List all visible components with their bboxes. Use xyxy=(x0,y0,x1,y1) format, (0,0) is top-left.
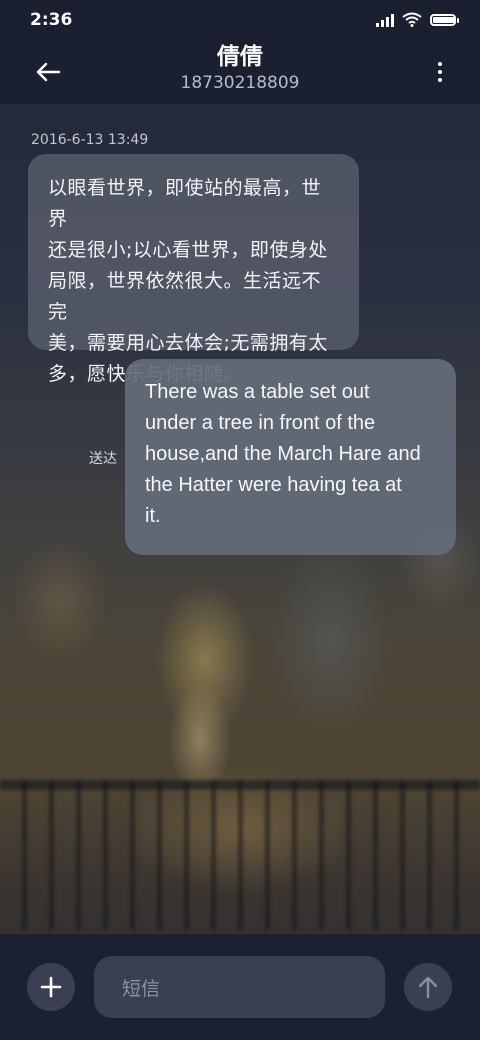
back-button[interactable] xyxy=(28,52,68,92)
signal-icon xyxy=(376,13,394,27)
more-options-button[interactable] xyxy=(430,54,450,90)
wifi-icon xyxy=(402,12,422,27)
wallpaper-railing xyxy=(0,780,480,930)
battery-icon xyxy=(430,13,459,26)
more-vertical-icon xyxy=(438,62,442,66)
message-line: it. xyxy=(145,505,161,527)
message-input[interactable]: 短信 xyxy=(94,956,385,1018)
message-line: 局限，世界依然很大。生活远不完 xyxy=(48,270,322,323)
arrow-up-icon xyxy=(418,976,438,999)
message-line: under a tree in front of the xyxy=(145,412,376,434)
composer-bar: 短信 xyxy=(0,934,480,1040)
contact-phone: 18730218809 xyxy=(180,73,300,93)
message-line: 还是很小;以心看世界，即使身处 xyxy=(48,239,328,261)
status-bar: 2:36 xyxy=(0,0,480,42)
send-button[interactable] xyxy=(404,963,452,1011)
status-time: 2:36 xyxy=(30,10,73,30)
incoming-message-bubble[interactable]: 以眼看世界，即使站的最高，世界 还是很小;以心看世界，即使身处 局限，世界依然很… xyxy=(28,154,359,385)
message-timestamp: 2016-6-13 13:49 xyxy=(31,132,149,148)
arrow-left-icon xyxy=(36,62,61,82)
message-line: the Hatter were having tea at xyxy=(145,474,402,496)
add-attachment-button[interactable] xyxy=(27,963,75,1011)
contact-info: 倩倩 18730218809 xyxy=(100,42,380,94)
plus-icon xyxy=(40,976,62,998)
battery-level xyxy=(433,16,455,23)
outgoing-message-bubble[interactable]: There was a table set out under a tree i… xyxy=(125,359,456,555)
status-icons xyxy=(376,12,459,27)
message-line: There was a table set out xyxy=(145,381,370,403)
message-line: 美，需要用心去体会;无需拥有太 xyxy=(48,332,328,354)
messaging-screen: 2:36 倩倩 18730218809 2016-6-13 13:49 以眼看世… xyxy=(0,0,480,1040)
conversation-header: 倩倩 18730218809 xyxy=(0,42,480,104)
message-line: house,and the March Hare and xyxy=(145,443,421,465)
contact-name: 倩倩 xyxy=(217,44,263,70)
message-line: 以眼看世界，即使站的最高，世界 xyxy=(48,177,322,230)
delivery-status: 送达 xyxy=(89,451,117,467)
